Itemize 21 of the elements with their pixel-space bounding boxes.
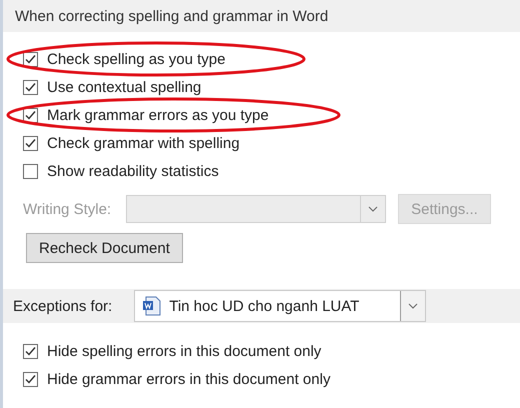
- section-header: When correcting spelling and grammar in Word: [3, 0, 520, 32]
- chevron-down-icon: [368, 206, 378, 212]
- option-label: Hide grammar errors in this document only: [47, 370, 330, 388]
- recheck-document-button[interactable]: Recheck Document: [26, 233, 183, 263]
- chevron-down-icon: [408, 303, 418, 309]
- checkbox[interactable]: [23, 52, 38, 66]
- writing-style-label: Writing Style:: [23, 200, 112, 218]
- checkbox[interactable]: [23, 164, 38, 178]
- checkbox[interactable]: [23, 80, 38, 94]
- option-label: Use contextual spelling: [47, 78, 202, 96]
- checkbox[interactable]: [23, 136, 38, 150]
- option-label: Check grammar with spelling: [47, 134, 240, 152]
- option-label: Show readability statistics: [47, 162, 219, 180]
- document-dropdown[interactable]: Tin hoc UD cho nganh LUAT: [134, 290, 426, 322]
- checkbox[interactable]: [23, 344, 38, 358]
- exceptions-label: Exceptions for:: [13, 298, 112, 314]
- option-label: Mark grammar errors as you type: [47, 106, 269, 124]
- option-label: Check spelling as you type: [47, 50, 226, 68]
- option-label: Hide spelling errors in this document only: [47, 342, 322, 360]
- checkbox[interactable]: [23, 372, 38, 386]
- document-icon: [141, 295, 164, 317]
